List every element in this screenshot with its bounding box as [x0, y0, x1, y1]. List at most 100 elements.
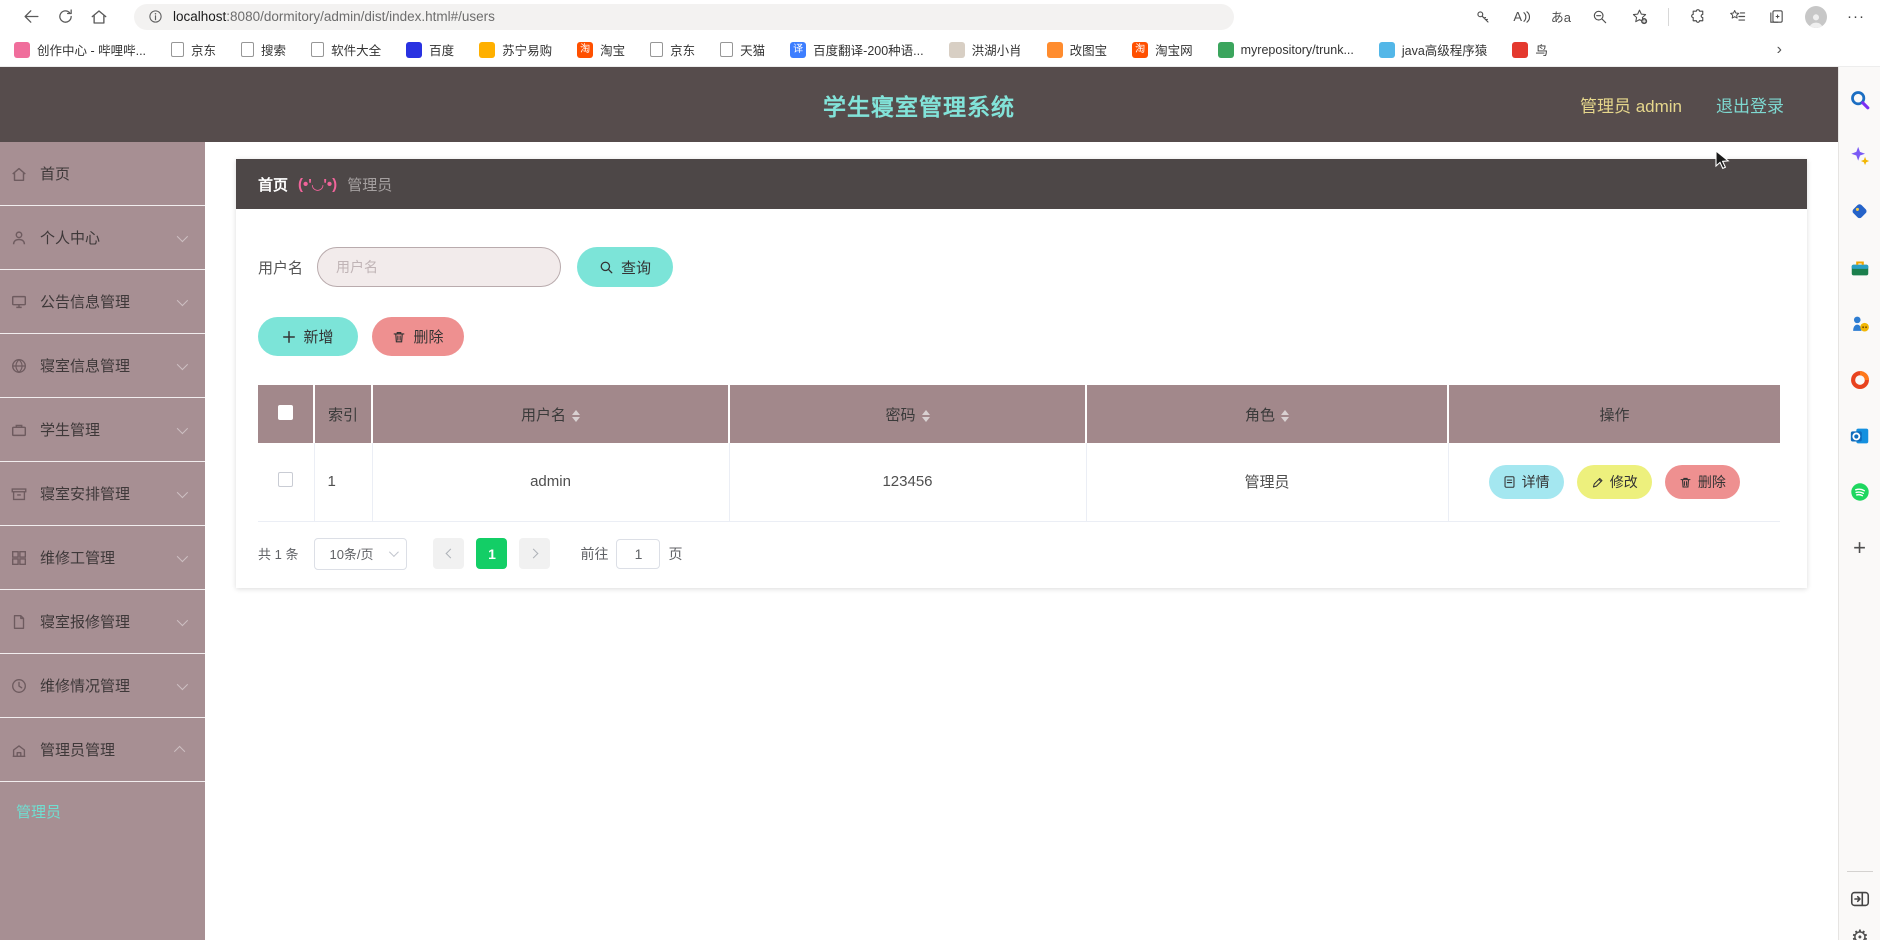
sidebar-item-dorm-info-mgmt[interactable]: 寝室信息管理	[0, 334, 205, 398]
read-aloud-icon[interactable]: A	[1512, 6, 1532, 28]
bookmark-item[interactable]: 改图宝	[1046, 40, 1107, 59]
edit-button[interactable]: 修改	[1576, 465, 1652, 499]
back-icon[interactable]	[14, 4, 48, 30]
sidebar-item-dorm-assign-mgmt[interactable]: 寝室安排管理	[0, 462, 205, 526]
office-icon[interactable]	[1849, 369, 1871, 391]
bookmarks-overflow-chevron[interactable]: ›	[1777, 41, 1782, 59]
bookmark-favicon: 译	[790, 41, 807, 58]
toolbox-icon[interactable]	[1849, 257, 1871, 279]
sidebar-item-admin-mgmt[interactable]: 管理员管理	[0, 718, 205, 782]
bookmark-favicon	[1378, 41, 1395, 58]
sidebar-item-repairman-mgmt[interactable]: 维修工管理	[0, 526, 205, 590]
bookmark-item[interactable]: 鸟	[1512, 40, 1548, 59]
bookmark-item[interactable]: 百度	[406, 40, 454, 59]
col-index: 索引	[314, 385, 373, 443]
row-checkbox[interactable]	[278, 472, 294, 488]
goto-page-input[interactable]	[616, 538, 661, 569]
cell-actions: 详情 修改 删除	[1448, 443, 1780, 522]
app-header: 学生寝室管理系统 管理员 admin 退出登录	[0, 67, 1838, 142]
zoom-out-icon[interactable]	[1590, 6, 1610, 28]
strip-add-icon[interactable]: +	[1849, 535, 1871, 560]
bookmark-item[interactable]: 天猫	[720, 40, 765, 59]
bookmark-item[interactable]: 京东	[171, 40, 216, 59]
bookmark-item[interactable]: 苏宁易购	[479, 40, 552, 59]
prev-page-button[interactable]	[433, 538, 465, 569]
bookmark-label: myrepository/trunk...	[1240, 42, 1354, 57]
sidebar-item-home[interactable]: 首页	[0, 142, 205, 206]
search-icon[interactable]	[1849, 89, 1871, 111]
grid-icon	[10, 549, 28, 567]
detail-doc-icon	[1504, 475, 1515, 488]
sidebar-menu: 首页 个人中心 公告信息管理 寝室信息管理 学生管理 寝室安排管理 维修工管理 …	[0, 142, 205, 940]
main-content: 首页 (•'◡'•) 管理员 用户名 查询 新增 删除	[205, 142, 1838, 940]
cell-role: 管理员	[1086, 443, 1449, 522]
refresh-icon[interactable]	[48, 4, 82, 30]
profile-avatar[interactable]	[1805, 5, 1827, 28]
next-page-button[interactable]	[519, 538, 551, 569]
outlook-icon[interactable]	[1849, 425, 1871, 447]
bookmark-item[interactable]: 创作中心 - 哔哩哔...	[14, 40, 146, 59]
site-info-icon[interactable]	[148, 9, 163, 24]
sidebar-item-personal-center[interactable]: 个人中心	[0, 206, 205, 270]
address-bar[interactable]: localhost:8080/dormitory/admin/dist/inde…	[134, 3, 1234, 30]
bookmark-item[interactable]: 淘 淘宝	[577, 40, 625, 59]
copilot-sparkle-icon[interactable]	[1849, 145, 1871, 167]
sidebar-item-student-mgmt[interactable]: 学生管理	[0, 398, 205, 462]
delete-button[interactable]: 删除	[372, 317, 464, 356]
cell-username: admin	[372, 443, 730, 522]
sort-caret[interactable]	[1281, 409, 1289, 422]
home-icon	[10, 165, 28, 183]
chevron-down-icon	[176, 358, 189, 370]
goto-label: 前往	[580, 545, 609, 562]
query-button[interactable]: 查询	[577, 247, 674, 287]
open-panel-icon[interactable]	[1849, 888, 1871, 910]
password-key-icon[interactable]	[1473, 6, 1493, 28]
shopping-tag-icon[interactable]	[1849, 201, 1871, 223]
toolbar-divider	[1668, 7, 1669, 26]
row-delete-button[interactable]: 删除	[1664, 465, 1740, 499]
header-user-label[interactable]: 管理员 admin	[1580, 92, 1682, 117]
user-icon	[10, 229, 28, 247]
select-all-checkbox[interactable]	[278, 404, 293, 420]
row-delete-button-label: 删除	[1697, 474, 1726, 490]
page-size-select[interactable]: 10条/页	[314, 537, 408, 570]
breadcrumb-home-link[interactable]: 首页	[258, 174, 288, 195]
bookmark-favicon	[1046, 41, 1063, 58]
sort-caret[interactable]	[572, 409, 580, 422]
favorites-bar-icon[interactable]	[1727, 6, 1747, 28]
plus-icon	[283, 330, 296, 343]
chevron-right-icon	[528, 548, 539, 559]
sort-caret[interactable]	[921, 409, 930, 422]
bookmark-item[interactable]: 京东	[650, 40, 695, 59]
app-title: 学生寝室管理系统	[823, 93, 1015, 120]
add-favorite-icon[interactable]	[1629, 6, 1649, 28]
username-filter-input[interactable]	[317, 247, 562, 287]
spotify-icon[interactable]	[1849, 481, 1871, 503]
logout-link[interactable]: 退出登录	[1716, 92, 1784, 117]
bookmark-item[interactable]: 译 百度翻译-200种语...	[790, 40, 924, 59]
sidebar-item-dorm-repair-mgmt[interactable]: 寝室报修管理	[0, 590, 205, 654]
settings-gear-icon[interactable]: ⚙	[1849, 926, 1871, 940]
sidebar-item-announcement-mgmt[interactable]: 公告信息管理	[0, 270, 205, 334]
bookmark-item[interactable]: 软件大全	[311, 40, 381, 59]
add-button[interactable]: 新增	[258, 317, 358, 356]
more-menu-icon[interactable]: ···	[1846, 6, 1866, 28]
collections-icon[interactable]	[1766, 6, 1786, 28]
bookmark-item[interactable]: 淘 淘宝网	[1132, 40, 1193, 59]
bookmark-favicon: 淘	[577, 41, 594, 58]
username-filter-label: 用户名	[258, 259, 304, 277]
bookmark-item[interactable]: 搜索	[241, 40, 286, 59]
games-icon[interactable]	[1849, 313, 1871, 335]
sidebar-item-repair-status-mgmt[interactable]: 维修情况管理	[0, 654, 205, 718]
bookmark-item[interactable]: myrepository/trunk...	[1217, 41, 1354, 58]
bookmark-item[interactable]: java高级程序猿	[1378, 40, 1487, 59]
home-icon[interactable]	[82, 4, 116, 30]
translate-icon[interactable]: あa	[1551, 6, 1571, 28]
extensions-icon[interactable]	[1688, 6, 1708, 28]
sidebar-subitem-admin-active[interactable]: 管理员	[0, 782, 205, 840]
header-user-area: 管理员 admin 退出登录	[1580, 67, 1784, 142]
current-page-button[interactable]: 1	[476, 538, 508, 569]
detail-button[interactable]: 详情	[1488, 464, 1564, 499]
bookmark-item[interactable]: 洪湖小肖	[948, 40, 1022, 59]
building-icon	[10, 741, 28, 759]
